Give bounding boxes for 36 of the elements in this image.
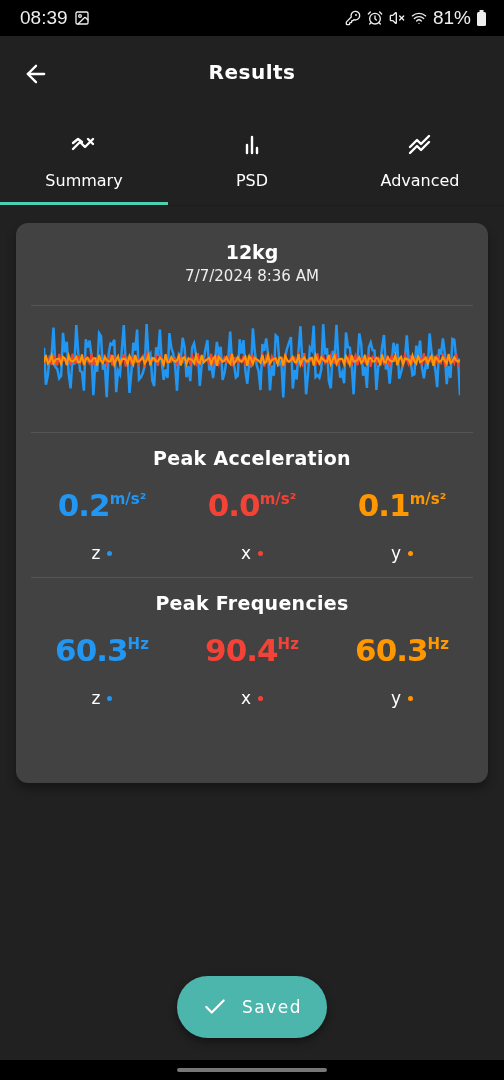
- tab[interactable]: PSD: [168, 108, 336, 205]
- axis-label: y: [390, 543, 402, 563]
- reading-unit: Hz: [427, 635, 449, 653]
- battery-icon: [477, 10, 486, 26]
- axis-label: x: [240, 543, 252, 563]
- clock: 08:39: [20, 7, 68, 29]
- section-title: Peak Frequencies: [155, 592, 349, 614]
- alarm-icon: [366, 10, 383, 26]
- section-title: Peak Acceleration: [153, 447, 351, 469]
- reading-value: 60.3: [55, 632, 128, 668]
- mute-icon: [388, 10, 405, 26]
- load-title: 12kg: [225, 241, 279, 263]
- image-icon: [73, 10, 90, 26]
- axis-label: z: [91, 543, 101, 563]
- reading-unit: m/s²: [409, 490, 447, 508]
- tab[interactable]: Summary: [0, 108, 168, 205]
- tab[interactable]: Advanced: [336, 108, 504, 205]
- key-icon: [344, 10, 361, 26]
- reading-unit: m/s²: [109, 490, 147, 508]
- reading-value: 90.4: [205, 632, 278, 668]
- timestamp: 7/7/2024 8:36 AM: [185, 267, 319, 285]
- reading-unit: Hz: [127, 635, 149, 653]
- wifi-icon: [410, 10, 427, 26]
- axis-label: y: [390, 688, 402, 708]
- reading-unit: m/s²: [259, 490, 297, 508]
- reading-value: 60.3: [355, 632, 428, 668]
- page-title: Results: [208, 60, 296, 84]
- zigzag-icon: [407, 133, 433, 155]
- reading-value: 0.0: [207, 487, 260, 523]
- home-handle[interactable]: [177, 1068, 327, 1072]
- reading-value: 0.1: [357, 487, 410, 523]
- reading-value: 0.2: [57, 487, 110, 523]
- battery-level: 81%: [432, 7, 471, 29]
- reading-unit: Hz: [277, 635, 299, 653]
- axis-label: z: [91, 688, 101, 708]
- axis-label: x: [240, 688, 252, 708]
